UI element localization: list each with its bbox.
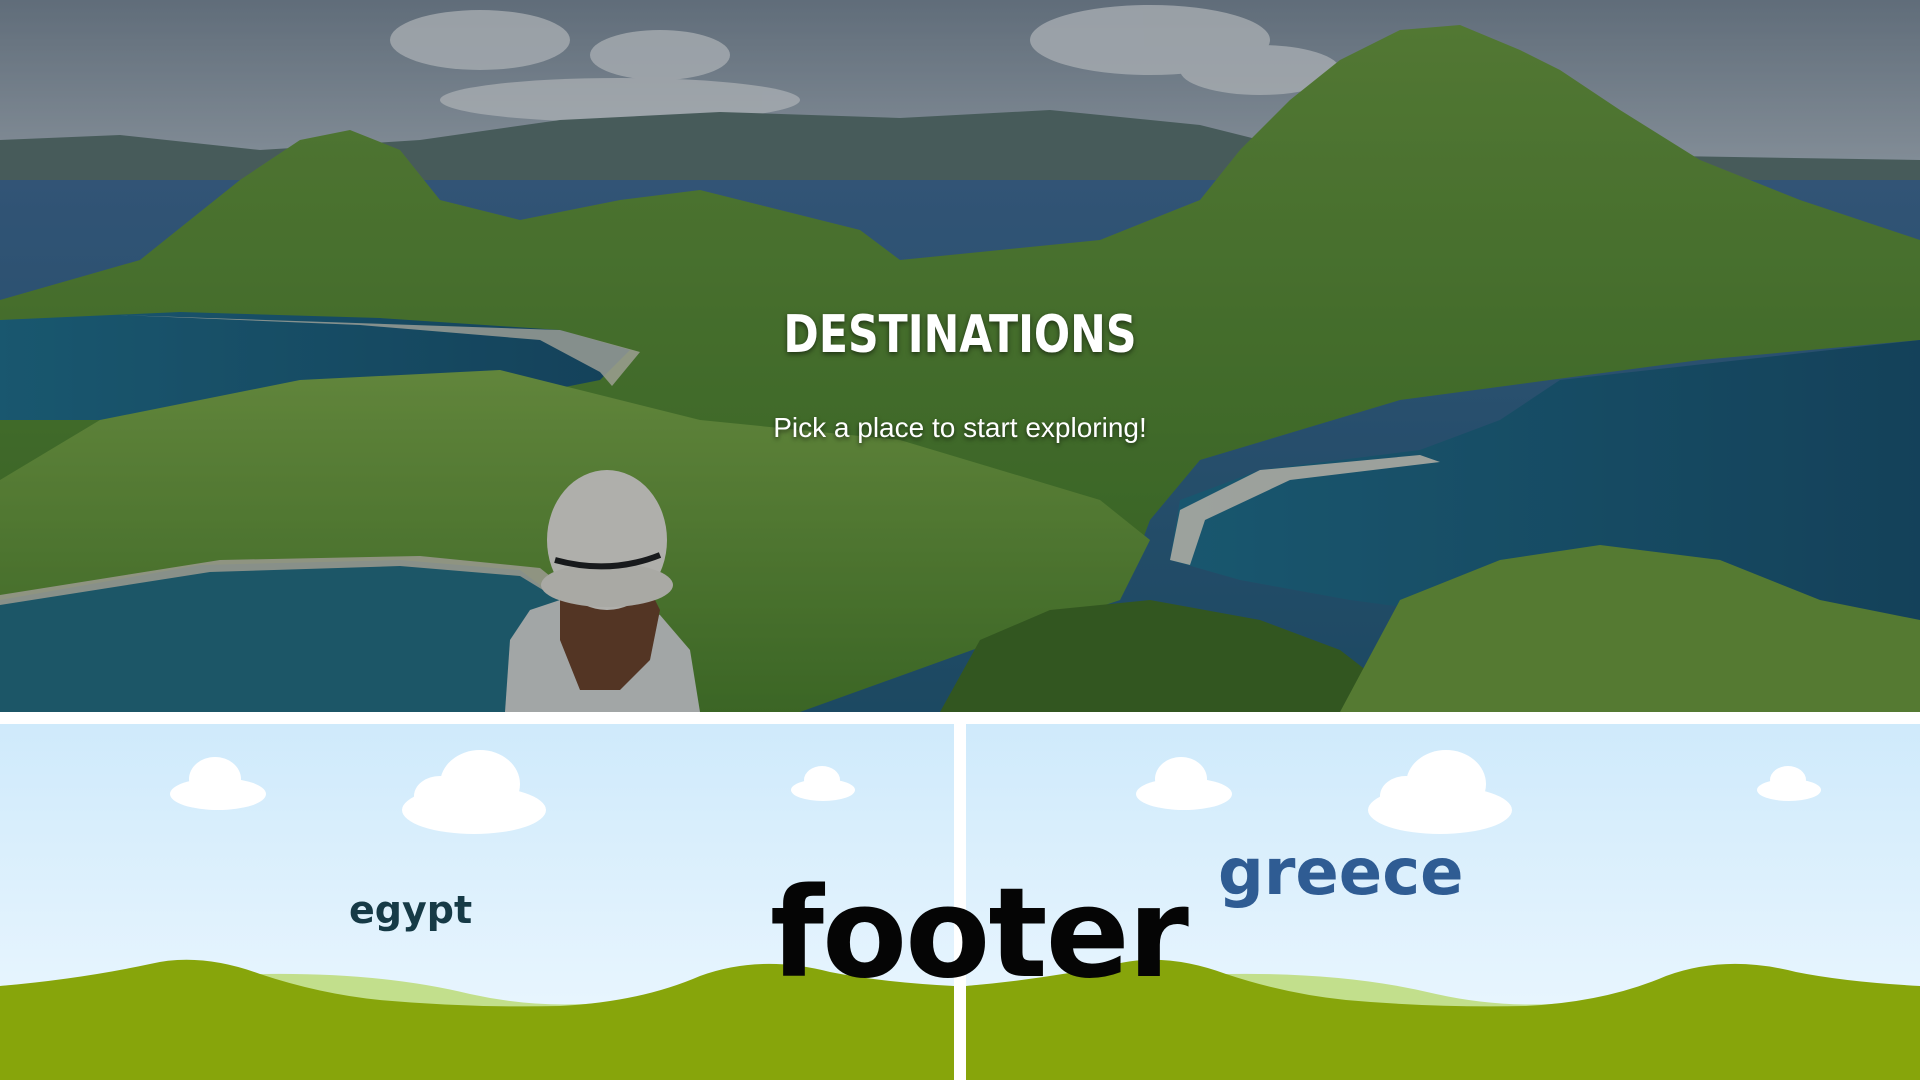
- destination-label: greece: [1218, 836, 1464, 910]
- footer-label: footer: [770, 862, 1189, 1006]
- page-subtitle: Pick a place to start exploring!: [773, 412, 1147, 443]
- hero-banner: DESTINATIONS Pick a place to start explo…: [0, 0, 1920, 712]
- destination-label: egypt: [349, 888, 473, 932]
- page-title: DESTINATIONS: [783, 305, 1137, 365]
